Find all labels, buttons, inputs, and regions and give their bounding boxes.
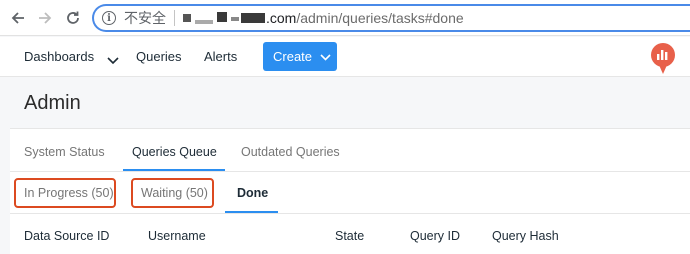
chevron-down-icon [320,49,331,64]
back-icon[interactable] [8,8,28,28]
column-header-query-hash[interactable]: Query Hash [492,229,559,243]
column-header-query-id[interactable]: Query ID [410,229,460,243]
browser-toolbar: i 不安全 .com /admin/queries/tasks#done [0,0,690,36]
subtabs-divider [10,213,690,214]
create-button-label: Create [273,49,313,64]
column-header-data-source-id[interactable]: Data Source ID [24,229,109,243]
forward-icon[interactable] [35,8,55,28]
nav-dashboards[interactable]: Dashboards [24,49,94,64]
tabs-divider [10,171,690,172]
nav-alerts[interactable]: Alerts [204,49,237,64]
tab-queries-queue[interactable]: Queries Queue [132,145,217,159]
redacted-domain [183,12,265,24]
create-button[interactable]: Create [263,42,337,71]
reload-icon[interactable] [63,8,83,28]
info-icon[interactable]: i [102,11,116,25]
subtab-in-progress[interactable]: In Progress (50) [24,186,114,200]
column-header-state[interactable]: State [335,229,364,243]
column-header-username[interactable]: Username [148,229,206,243]
insecure-label: 不安全 [124,10,166,26]
address-bar[interactable]: i 不安全 .com /admin/queries/tasks#done [92,4,690,32]
page-title: Admin [24,92,81,114]
chevron-down-icon[interactable] [107,52,119,70]
url-separator [174,10,175,26]
admin-panel: System Status Queries Queue Outdated Que… [10,128,690,254]
subtab-waiting[interactable]: Waiting (50) [141,186,208,200]
url-domain: .com [266,10,297,26]
redash-logo-icon[interactable] [650,43,676,75]
tab-outdated-queries[interactable]: Outdated Queries [241,145,340,159]
url-path: /admin/queries/tasks#done [296,10,464,26]
app-header: Dashboards Queries Alerts Create [0,37,690,77]
subtab-done[interactable]: Done [237,186,268,200]
tab-system-status[interactable]: System Status [24,145,105,159]
nav-queries[interactable]: Queries [136,49,182,64]
